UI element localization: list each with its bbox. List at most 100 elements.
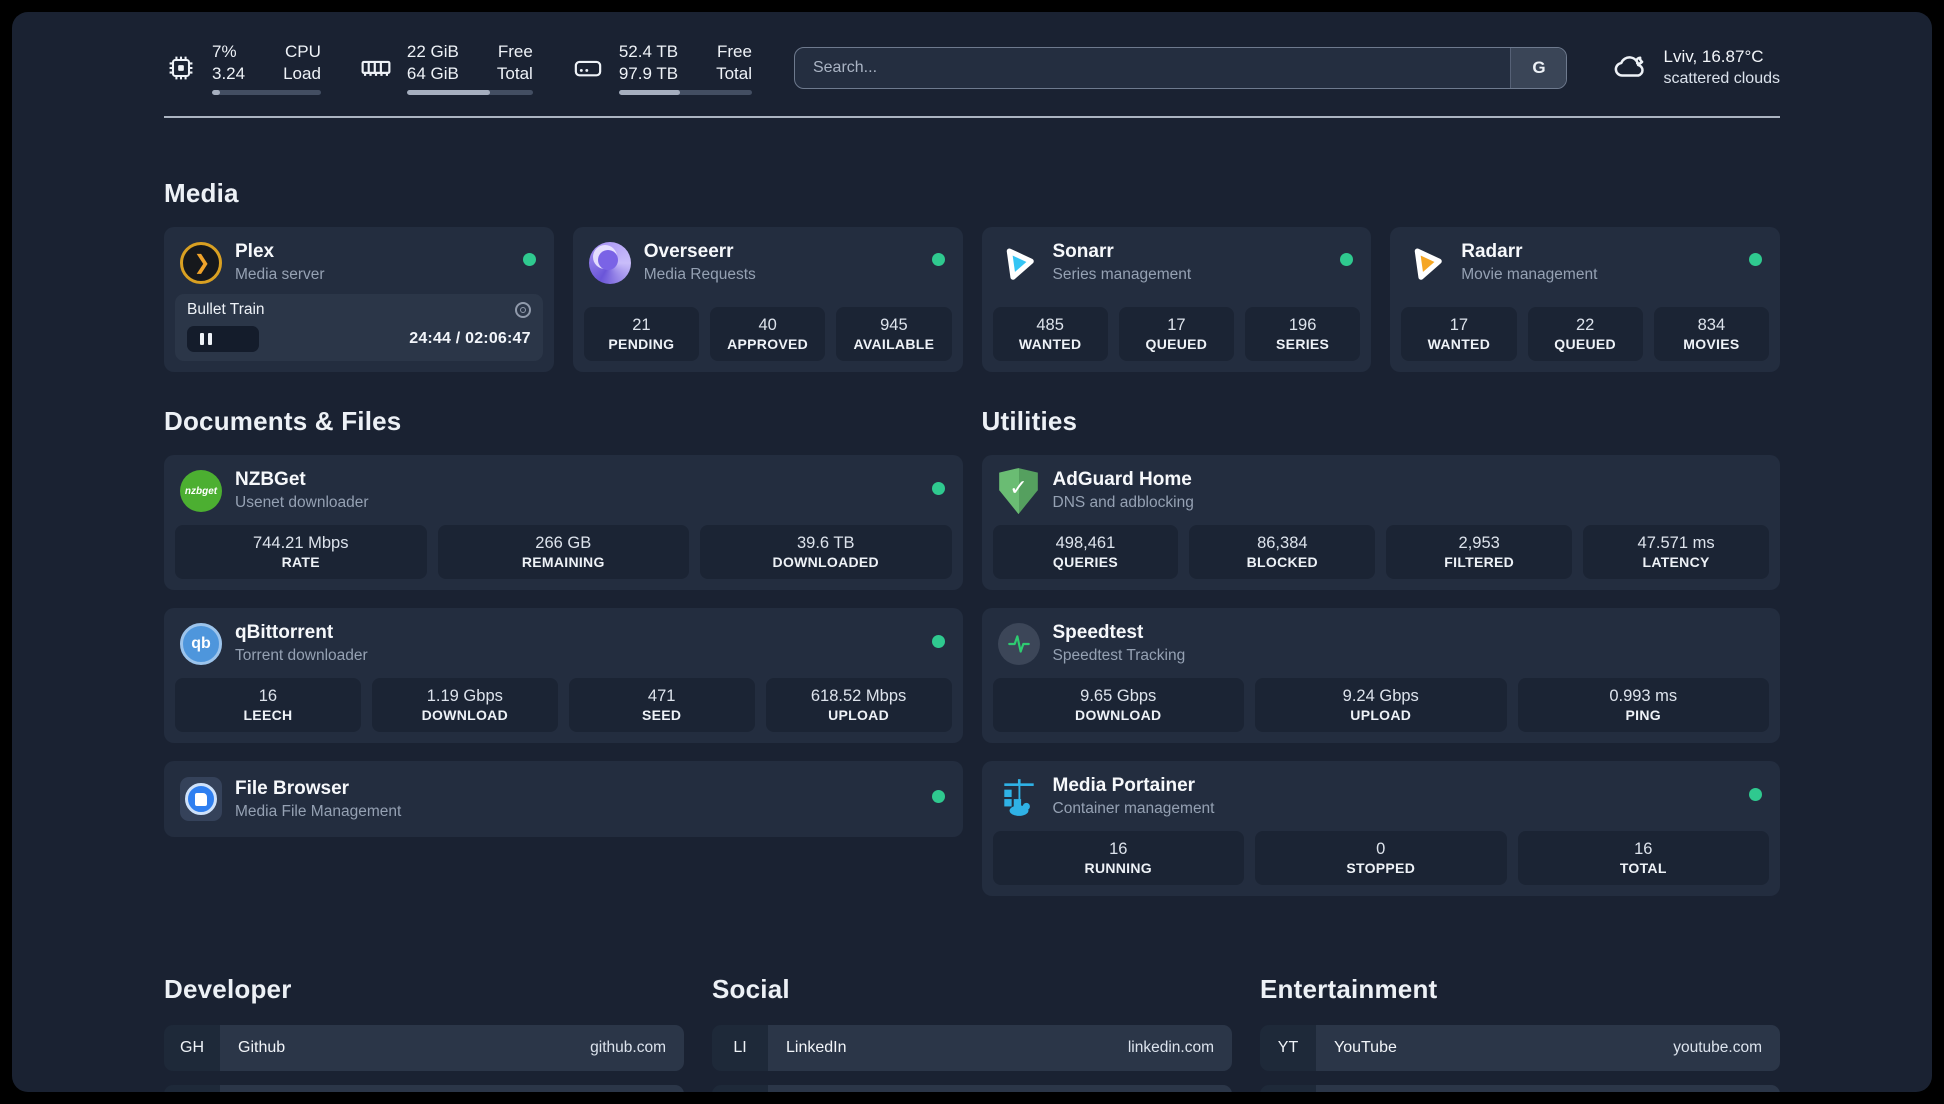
bookmark-github[interactable]: GH Github github.com: [164, 1025, 684, 1072]
window-frame: 7% CPU 3.24 Load 22 GiB Free 64 GiB Tota…: [0, 0, 1944, 1104]
stat-ping: 0.993 ms PING: [1517, 677, 1769, 733]
stat-running: 16 RUNNING: [992, 830, 1244, 886]
portainer-icon: [998, 776, 1040, 818]
stat-leech: 16 LEECH: [175, 677, 361, 733]
service-desc-overseerr: Media Requests: [643, 265, 756, 283]
stat-available: 945 AVAILABLE: [836, 306, 952, 362]
service-card-plex[interactable]: ❯ Plex Media server Bullet Train 24:44 /…: [164, 227, 554, 373]
bookmark-url: github.com: [590, 1039, 666, 1057]
section-utilities: Utilities ✓ AdGuard Home DNS and adblock…: [981, 406, 1780, 897]
now-playing-title: Bullet Train: [187, 301, 265, 319]
service-name-filebrowser: File Browser: [235, 777, 350, 799]
service-name-radarr: Radarr: [1461, 241, 1523, 262]
cpu-icon: [164, 51, 198, 85]
status-online-dot: [931, 634, 945, 648]
bookmark-url: linkedin.com: [1127, 1039, 1214, 1057]
service-card-speedtest[interactable]: Speedtest Speedtest Tracking 9.65 Gbps D…: [981, 608, 1780, 744]
service-card-overseerr[interactable]: Overseerr Media Requests 21 PENDING 40 A…: [572, 227, 963, 373]
weather-widget: Lviv, 16.87°C scattered clouds: [1609, 46, 1780, 90]
bookmark-group-entertainment: Entertainment YT YouTube youtube.com NF …: [1260, 974, 1780, 1092]
status-online-dot: [931, 789, 945, 803]
bookmark-twitter[interactable]: TW Twitter twitter.com: [712, 1085, 1232, 1092]
service-desc-qbittorrent: Torrent downloader: [235, 647, 368, 665]
system-resources: 7% CPU 3.24 Load 22 GiB Free 64 GiB Tota…: [164, 41, 752, 96]
stat-queued: 17 QUEUED: [1118, 306, 1234, 362]
service-desc-adguard: DNS and adblocking: [1052, 494, 1194, 512]
bookmark-name: YouTube: [1334, 1039, 1397, 1057]
service-name-nzbget: NZBGet: [235, 469, 306, 491]
section-title-developer: Developer: [164, 974, 292, 1005]
stat-movies: 834 MOVIES: [1653, 306, 1769, 362]
stat-remaining: 266 GB REMAINING: [437, 524, 689, 580]
status-online-dot: [931, 481, 945, 495]
bookmark-stackoverflow[interactable]: SO StackOverflow stackoverflow.com: [164, 1085, 684, 1092]
section-documents: Documents & Files nzbget NZBGet Usenet d…: [164, 406, 963, 896]
memory-progress-track: [406, 90, 533, 96]
service-name-speedtest: Speedtest: [1052, 622, 1144, 644]
radarr-icon: [1406, 242, 1448, 284]
service-card-radarr[interactable]: Radarr Movie management 17 WANTED 22 QUE…: [1390, 227, 1780, 373]
bookmark-linkedin[interactable]: LI LinkedIn linkedin.com: [712, 1025, 1232, 1072]
bookmark-abbr: NF: [1260, 1085, 1316, 1092]
service-card-filebrowser[interactable]: File Browser Media File Management: [164, 761, 963, 838]
stat-stopped: 0 STOPPED: [1255, 830, 1507, 886]
bookmark-name: LinkedIn: [786, 1039, 847, 1057]
bookmark-netflix[interactable]: NF Netflix netflix.com: [1260, 1085, 1780, 1092]
bookmark-abbr: TW: [712, 1085, 768, 1092]
service-card-nzbget[interactable]: nzbget NZBGet Usenet downloader 744.21 M…: [164, 455, 963, 591]
stat-blocked: 86,384 BLOCKED: [1189, 524, 1376, 580]
service-card-sonarr[interactable]: Sonarr Series management 485 WANTED 17 Q…: [981, 227, 1372, 373]
cloud-icon: [1609, 48, 1649, 88]
stat-download: 9.65 Gbps DOWNLOAD: [992, 677, 1244, 733]
status-online-dot: [1749, 253, 1762, 267]
overseerr-icon: [588, 241, 631, 284]
disk-free-label: Free: [717, 41, 752, 61]
search-input[interactable]: [794, 48, 1511, 88]
service-card-qbittorrent[interactable]: qb qBittorrent Torrent downloader 16 LEE…: [164, 608, 963, 744]
status-online-dot: [1749, 787, 1762, 801]
service-name-sonarr: Sonarr: [1052, 241, 1114, 262]
search-provider-button[interactable]: G: [1510, 48, 1567, 88]
stat-upload: 9.24 Gbps UPLOAD: [1255, 677, 1507, 733]
memory-total-label: Total: [496, 64, 533, 83]
stat-queued: 22 QUEUED: [1527, 306, 1643, 362]
nzbget-icon: nzbget: [180, 470, 222, 513]
memory-free-value: 22 GiB: [406, 41, 459, 61]
disk-total-value: 97.9 TB: [618, 64, 679, 83]
disk-progress-track: [618, 90, 752, 96]
bookmark-url: youtube.com: [1673, 1039, 1762, 1057]
playback-time: 24:44 / 02:06:47: [409, 330, 531, 348]
memory-widget: 22 GiB Free 64 GiB Total: [359, 41, 533, 96]
service-desc-plex: Media server: [235, 265, 325, 283]
stat-series: 196 SERIES: [1245, 306, 1361, 362]
disk-progress-fill: [618, 90, 681, 96]
service-name-overseerr: Overseerr: [643, 241, 734, 262]
cpu-load-label: Load: [283, 64, 321, 83]
session-view-icon[interactable]: [514, 302, 531, 319]
stat-latency: 47.571 ms LATENCY: [1583, 524, 1769, 580]
bookmark-abbr: GH: [164, 1025, 220, 1072]
cpu-widget: 7% CPU 3.24 Load: [164, 41, 321, 96]
status-online-dot: [931, 253, 945, 267]
section-title-entertainment: Entertainment: [1260, 974, 1438, 1005]
service-desc-speedtest: Speedtest Tracking: [1052, 647, 1186, 665]
pause-icon: [200, 333, 212, 346]
service-name-portainer: Media Portainer: [1052, 775, 1196, 797]
stat-downloaded: 39.6 TB DOWNLOADED: [700, 524, 952, 580]
section-title-media: Media: [164, 178, 239, 208]
speedtest-icon: [997, 623, 1040, 666]
plex-now-playing: Bullet Train 24:44 / 02:06:47: [175, 294, 543, 362]
topbar-divider: [164, 116, 1780, 118]
disk-widget: 52.4 TB Free 97.9 TB Total: [571, 41, 752, 96]
adguard-icon: ✓: [998, 468, 1040, 515]
memory-total-value: 64 GiB: [406, 64, 459, 83]
service-desc-radarr: Movie management: [1461, 265, 1598, 283]
service-card-portainer[interactable]: Media Portainer Container management 16 …: [981, 761, 1780, 897]
cpu-usage-value: 7%: [212, 41, 237, 61]
status-online-dot: [1340, 253, 1354, 267]
stat-upload: 618.52 Mbps UPLOAD: [765, 677, 952, 733]
cpu-progress-track: [212, 90, 321, 96]
service-card-adguard[interactable]: ✓ AdGuard Home DNS and adblocking 498,46…: [981, 455, 1780, 591]
bookmark-youtube[interactable]: YT YouTube youtube.com: [1260, 1025, 1780, 1072]
bookmark-group-developer: Developer GH Github github.com SO StackO…: [164, 974, 684, 1092]
